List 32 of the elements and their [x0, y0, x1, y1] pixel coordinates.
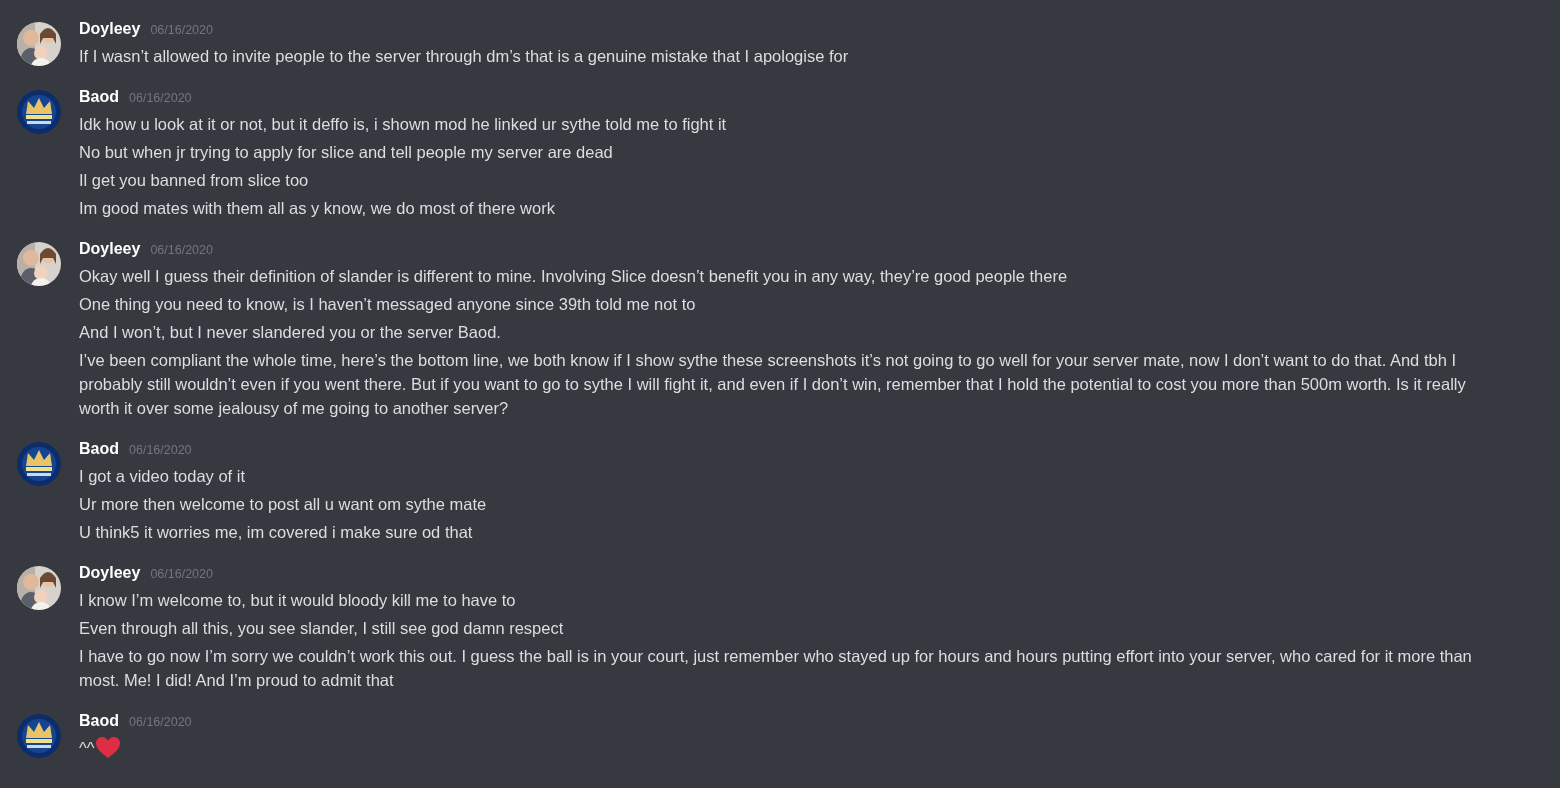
username[interactable]: Doyleey [79, 20, 141, 38]
message-text: And I won’t, but I never slandered you or the server Baod. [79, 322, 501, 343]
username[interactable]: Baod [79, 440, 119, 458]
message-text: Idk how u look at it or not, but it deffo is, i shown mod he linked ur sythe told me to fight it [79, 114, 727, 135]
message-text: Ur more then welcome to post all u want om sythe mate [79, 494, 487, 515]
username[interactable]: Baod [79, 712, 119, 730]
message-text: U think5 it worries me, im covered i make sure od that [79, 522, 473, 543]
message-text: ^^ [79, 738, 95, 759]
timestamp: 06/16/2020 [150, 23, 213, 37]
message-text: No but when jr trying to apply for slice and tell people my server are dead [79, 142, 613, 163]
timestamp: 06/16/2020 [150, 567, 213, 581]
timestamp: 06/16/2020 [129, 91, 192, 105]
username[interactable]: Doyleey [79, 564, 141, 582]
message-text: Il get you banned from slice too [79, 170, 309, 191]
message-text: I know I’m welcome to, but it would bloody kill me to have to [79, 590, 516, 611]
crown-avatar-icon [17, 90, 61, 134]
username[interactable]: Baod [79, 88, 119, 106]
message-text: I’ve been compliant the whole time, here’s the bottom line, we both know if I show sythe these screenshots it’s not going to go well for your server mate, now I don’t want to do that. And tbh I probably still wouldn’t even if you went there. But if you want to go to sythe I will fight it, and even if I don’t win, remember that I hold the potential to cost you more than 500m worth. Is it really worth it over some jealousy of me going to another server? [79, 350, 1467, 419]
message-text: I got a video today of it [79, 466, 246, 487]
message-text: If I wasn’t allowed to invite people to the server through dm’s that is a genuine mistake that I apologise for [79, 46, 849, 67]
message-text: One thing you need to know, is I haven’t messaged anyone since 39th told me not to [79, 294, 696, 315]
crown-avatar-icon [17, 714, 61, 758]
timestamp: 06/16/2020 [129, 443, 192, 457]
message-text: Okay well I guess their definition of slander is different to mine. Involving Slice doesn’t benefit you in any way, they’re good people there [79, 266, 1068, 287]
message-text: Im good mates with them all as y know, we do most of there work [79, 198, 555, 219]
timestamp: 06/16/2020 [150, 243, 213, 257]
message-text: I have to go now I’m sorry we couldn’t work this out. I guess the ball is in your court, just remember who stayed up for hours and hours putting effort into your server, who cared for it more than most. Me! I did! And I’m proud to admit that [79, 646, 1473, 691]
heart-icon [95, 737, 120, 759]
timestamp: 06/16/2020 [129, 715, 192, 729]
message-text: Even through all this, you see slander, I still see god damn respect [79, 618, 564, 639]
crown-avatar-icon [17, 442, 61, 486]
username[interactable]: Doyleey [79, 240, 141, 258]
